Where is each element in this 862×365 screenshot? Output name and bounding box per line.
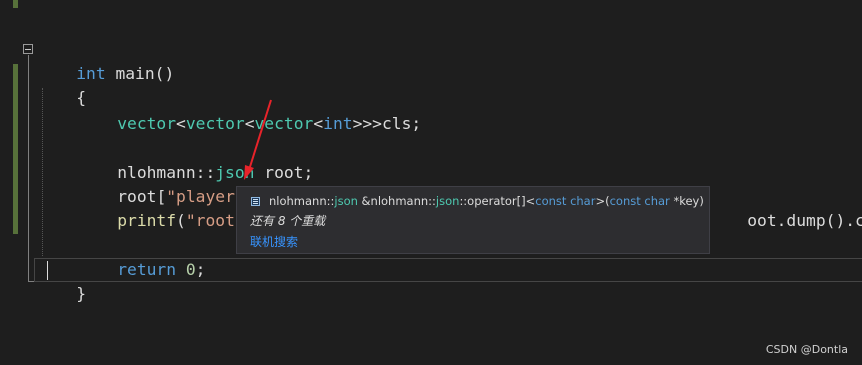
watermark: CSDN @Dontla [765,343,848,356]
code-editor[interactable]: int main() { vector<vector<vector<int>>>… [0,0,862,365]
annotation-arrow [244,99,272,180]
